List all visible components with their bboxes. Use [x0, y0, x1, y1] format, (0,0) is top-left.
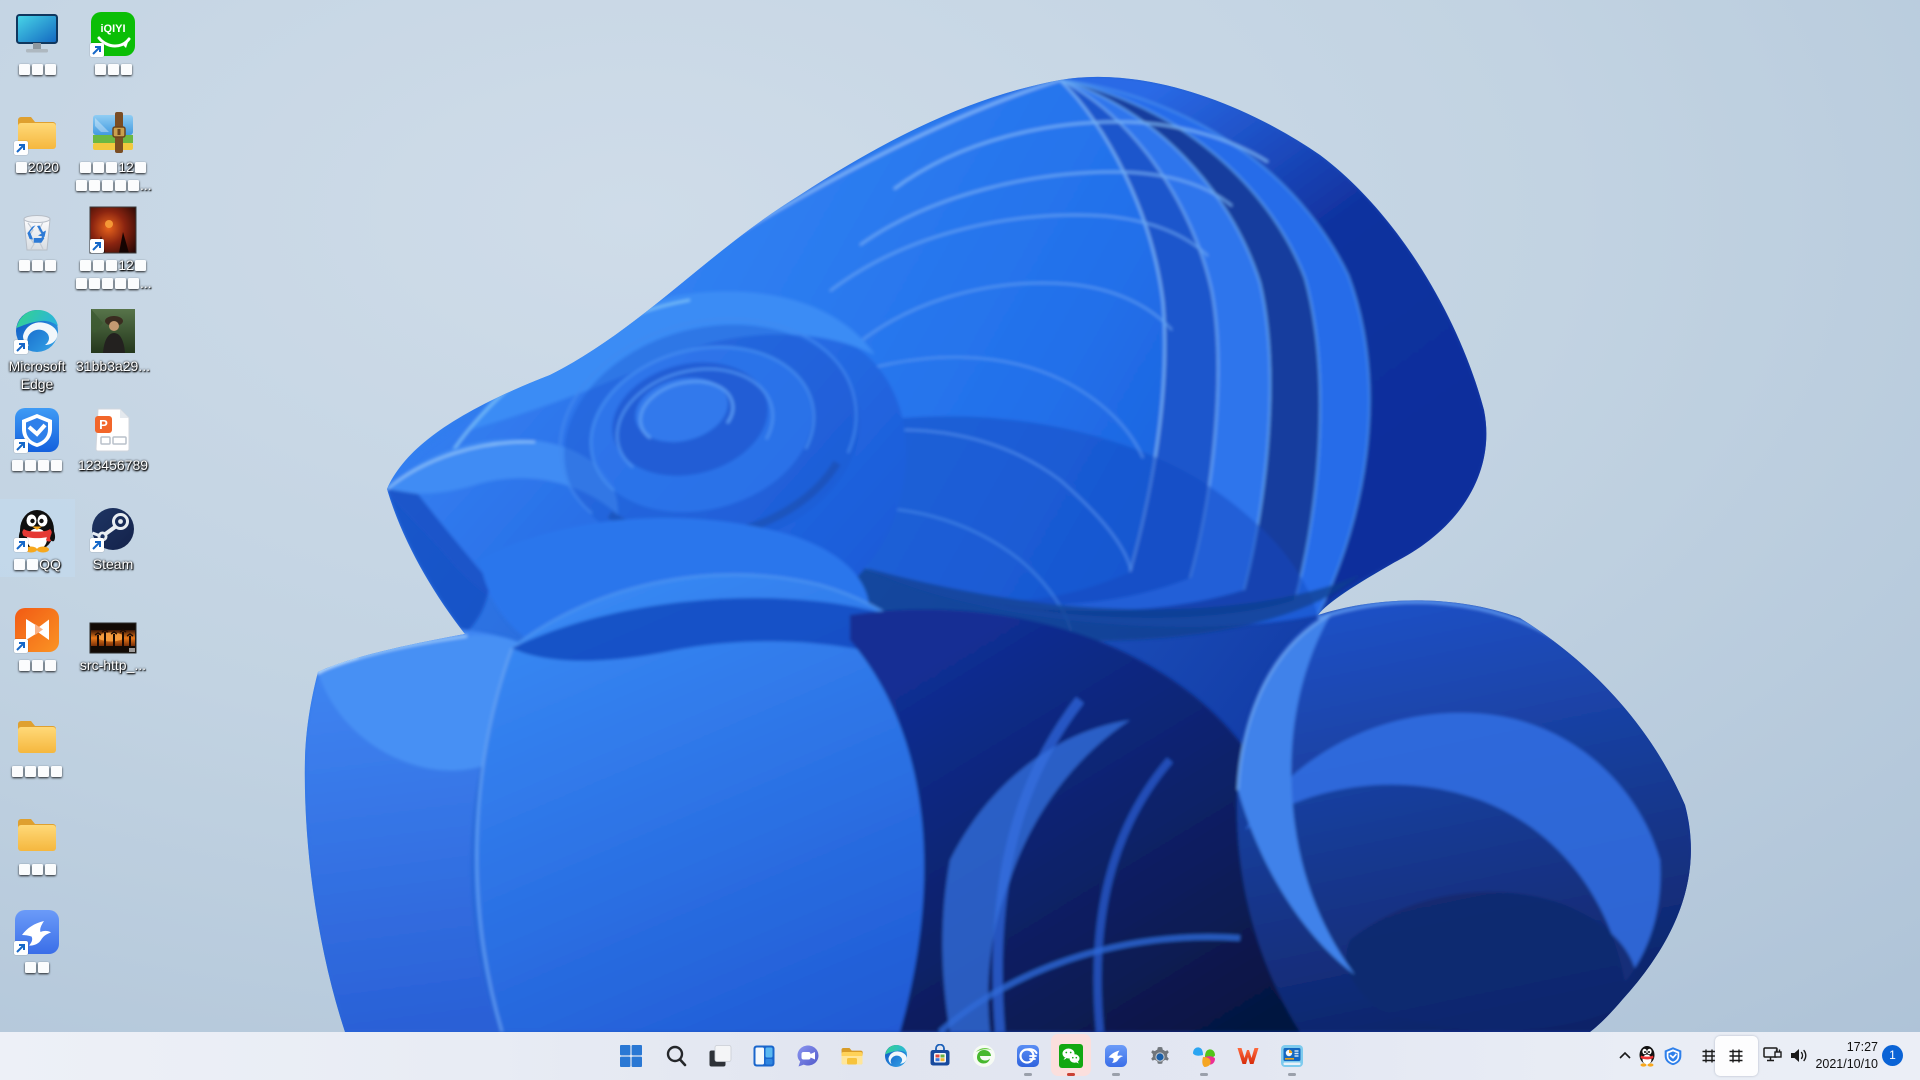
svg-text:P: P — [99, 417, 108, 432]
svg-text:iQIYI: iQIYI — [100, 23, 125, 35]
